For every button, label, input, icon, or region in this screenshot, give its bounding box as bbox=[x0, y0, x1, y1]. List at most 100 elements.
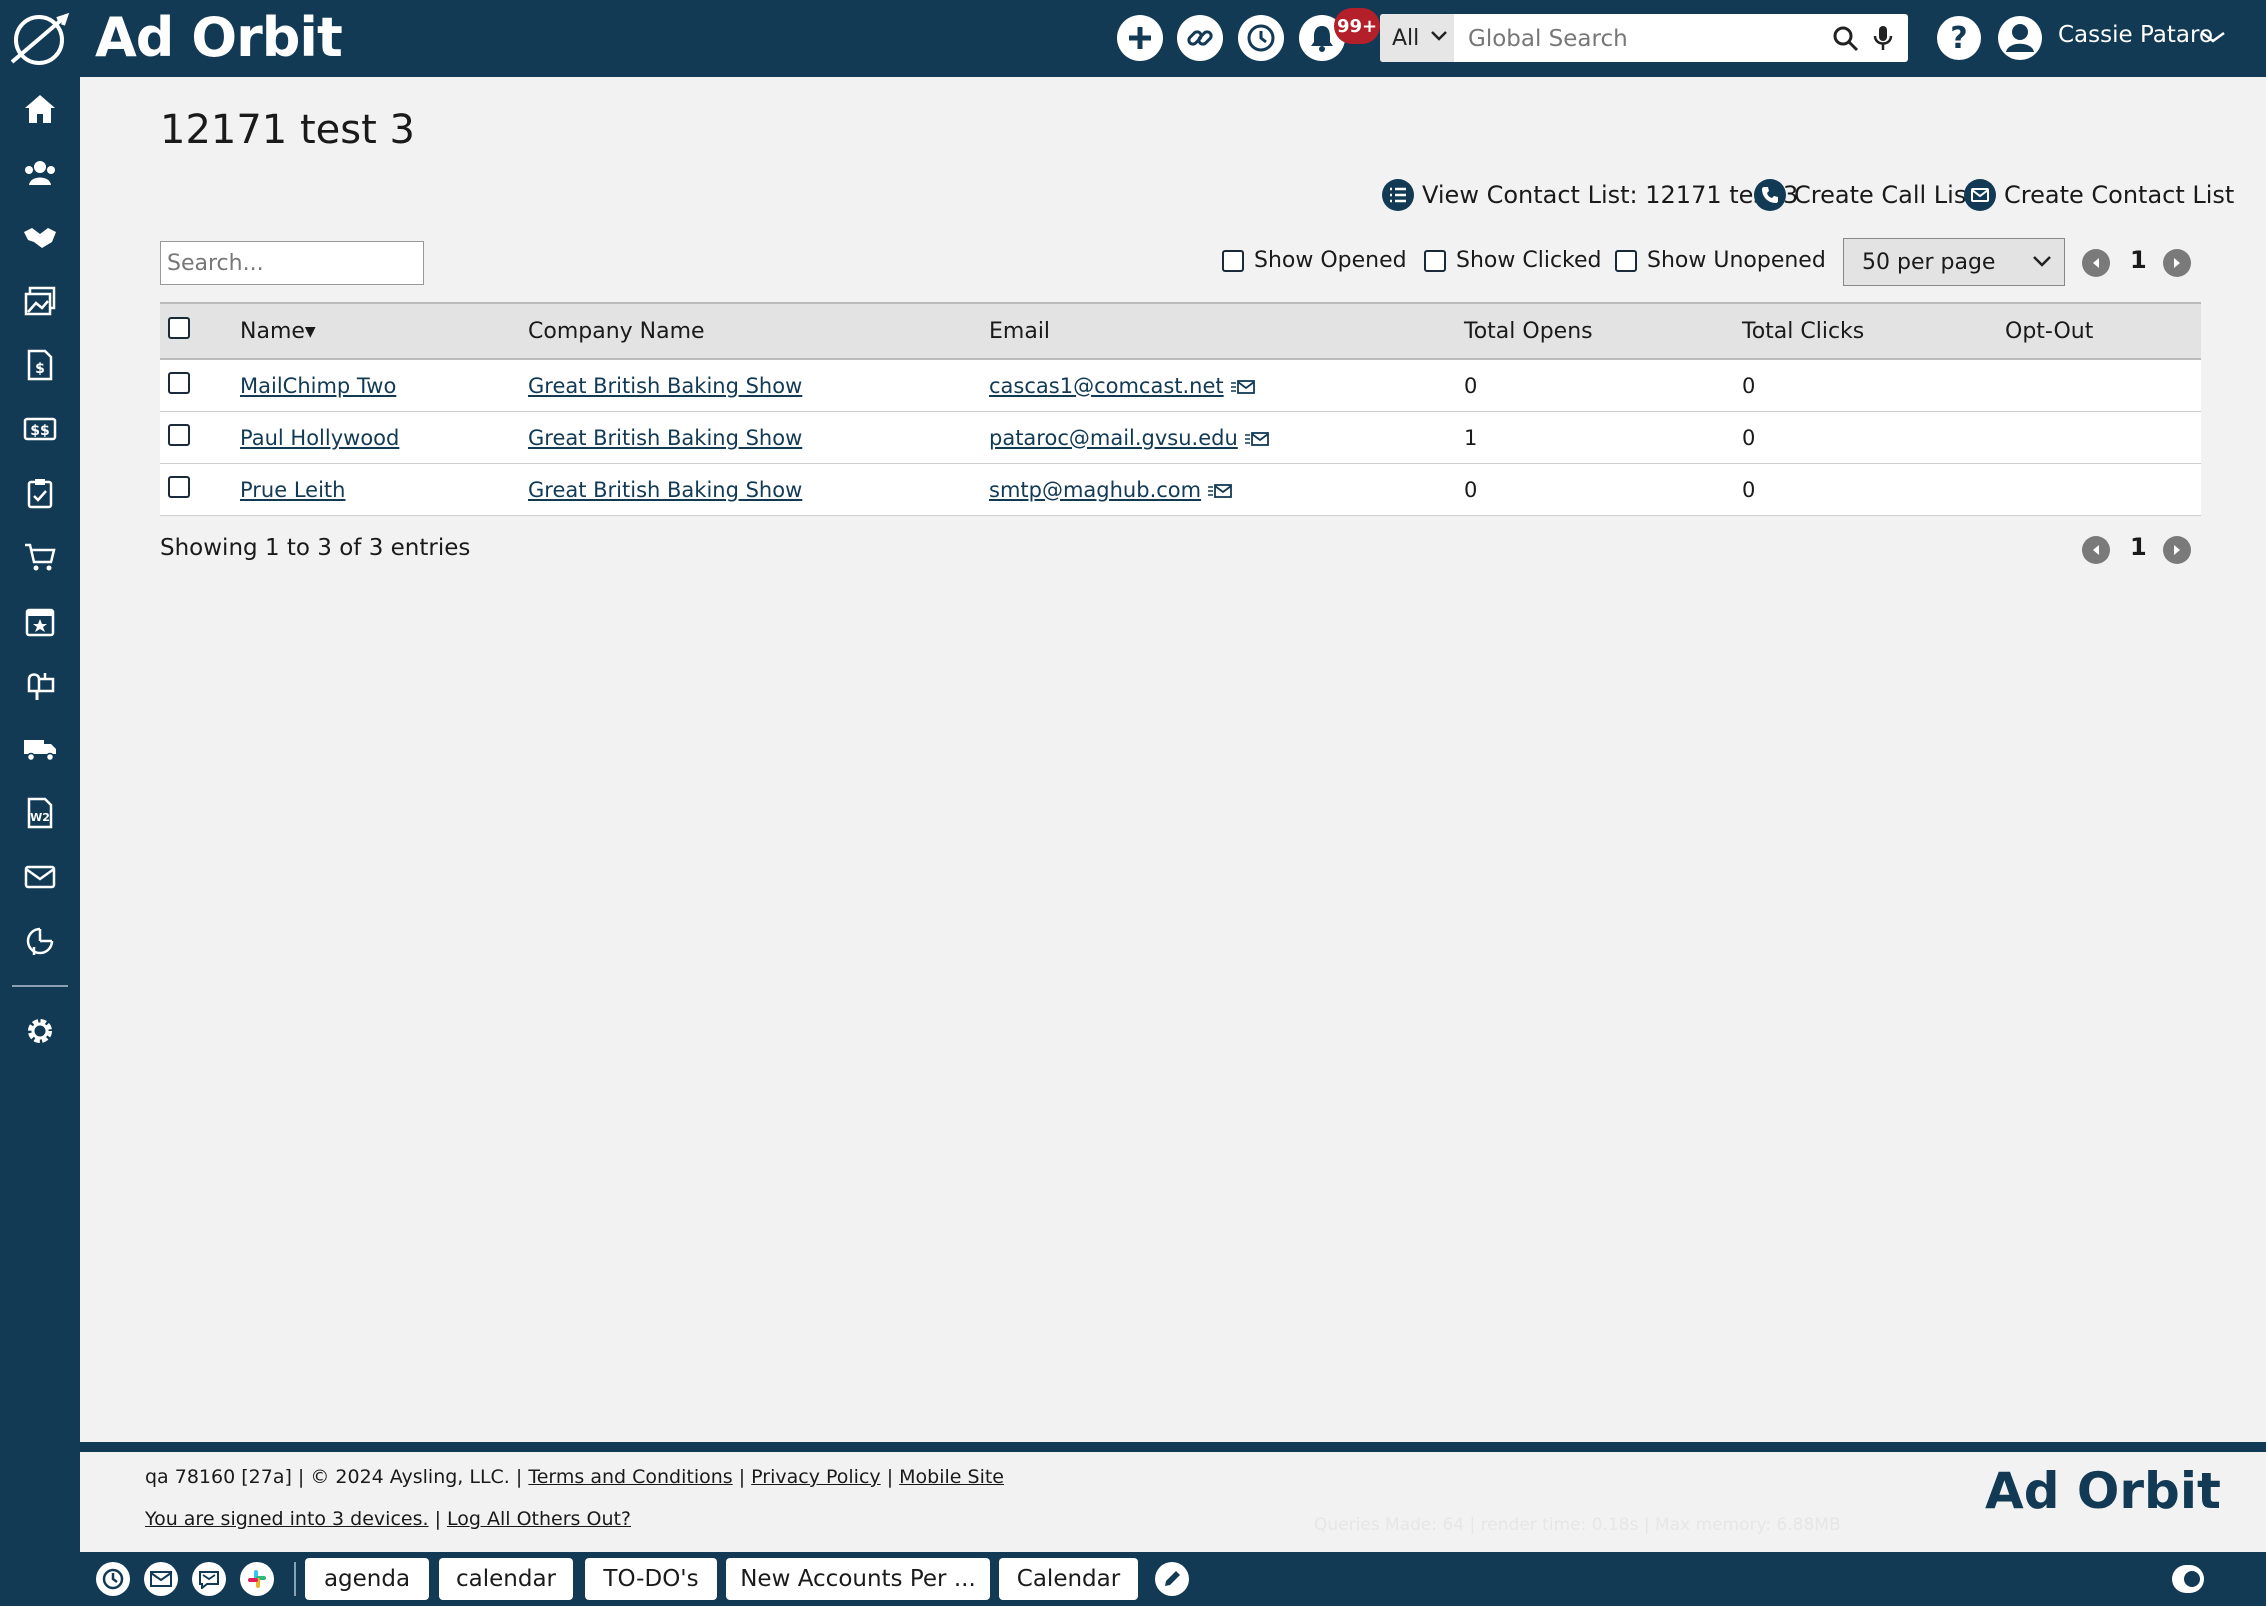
select-all-checkbox[interactable] bbox=[168, 317, 190, 339]
quick-tab-calendar[interactable]: calendar bbox=[439, 1558, 573, 1600]
contact-name-link[interactable]: Paul Hollywood bbox=[240, 426, 399, 450]
svg-text:W2: W2 bbox=[30, 811, 50, 824]
next-page-icon[interactable] bbox=[2163, 249, 2191, 277]
column-header-opens[interactable]: Total Opens bbox=[1464, 302, 1742, 360]
create-call-list-link[interactable]: Create Call List bbox=[1754, 179, 1976, 211]
search-scope-select[interactable]: All bbox=[1380, 14, 1454, 62]
table-search-input[interactable] bbox=[160, 241, 424, 285]
view-contact-list-link[interactable]: View Contact List: 12171 test 3 bbox=[1382, 179, 1798, 211]
show-opened-checkbox[interactable] bbox=[1222, 249, 1244, 272]
invoice-icon[interactable]: $ bbox=[18, 343, 62, 387]
prev-page-icon[interactable] bbox=[2082, 536, 2110, 564]
mailbox-icon[interactable] bbox=[18, 663, 62, 707]
email-link[interactable]: cascas1@comcast.net bbox=[989, 374, 1224, 398]
global-search-input[interactable] bbox=[1466, 14, 1810, 62]
email-icon[interactable] bbox=[18, 855, 62, 899]
view-contact-list-label: View Contact List: 12171 test 3 bbox=[1422, 181, 1799, 209]
main-content: 12171 test 3 View Contact List: 12171 te… bbox=[80, 77, 2266, 1442]
quick-tab-todos[interactable]: TO-DO's bbox=[585, 1558, 717, 1600]
settings-gear-icon[interactable] bbox=[18, 1009, 62, 1053]
tasks-clipboard-icon[interactable] bbox=[18, 471, 62, 515]
log-out-others-link[interactable]: Log All Others Out? bbox=[447, 1508, 631, 1530]
email-link[interactable]: smtp@maghub.com bbox=[989, 478, 1201, 502]
current-page-bottom[interactable]: 1 bbox=[2130, 533, 2147, 561]
w2-document-icon[interactable]: W2 bbox=[18, 791, 62, 835]
contact-name-link[interactable]: MailChimp Two bbox=[240, 374, 396, 398]
signed-in-devices-link[interactable]: You are signed into 3 devices. bbox=[145, 1508, 429, 1530]
table-row: MailChimp Two Great British Baking Show … bbox=[160, 359, 2201, 412]
clicks-cell: 0 bbox=[1742, 411, 2005, 464]
orbit-logo-icon[interactable] bbox=[8, 10, 70, 68]
delivery-truck-icon[interactable] bbox=[18, 727, 62, 771]
search-icon[interactable] bbox=[1832, 25, 1860, 53]
message-icon[interactable] bbox=[192, 1562, 226, 1596]
quick-tab-new-accounts[interactable]: New Accounts Per ... bbox=[726, 1558, 990, 1600]
mail-icon[interactable] bbox=[144, 1562, 178, 1596]
show-clicked-checkbox[interactable] bbox=[1424, 249, 1446, 272]
home-icon[interactable] bbox=[18, 87, 62, 131]
contact-name-link[interactable]: Prue Leith bbox=[240, 478, 345, 502]
row-checkbox[interactable] bbox=[168, 476, 190, 498]
prev-page-icon[interactable] bbox=[2082, 249, 2110, 277]
cart-icon[interactable] bbox=[18, 535, 62, 579]
email-compose-icon[interactable] bbox=[1230, 379, 1256, 395]
user-avatar-icon[interactable] bbox=[1997, 15, 2043, 61]
show-clicked-filter[interactable]: Show Clicked bbox=[1424, 248, 1602, 273]
column-header-clicks[interactable]: Total Clicks bbox=[1742, 302, 2005, 360]
column-optout-label: Opt-Out bbox=[2005, 318, 2094, 344]
show-clicked-label: Show Clicked bbox=[1456, 248, 1602, 273]
show-unopened-filter[interactable]: Show Unopened bbox=[1615, 248, 1826, 273]
history-icon[interactable] bbox=[1238, 15, 1284, 61]
current-page-top[interactable]: 1 bbox=[2130, 246, 2147, 274]
quick-tab-calendar-2[interactable]: Calendar bbox=[999, 1558, 1138, 1600]
next-page-icon[interactable] bbox=[2163, 536, 2191, 564]
contacts-icon[interactable] bbox=[18, 151, 62, 195]
edit-pencil-icon[interactable] bbox=[1155, 1562, 1189, 1596]
chevron-down-icon bbox=[2033, 256, 2051, 267]
quick-tab-agenda[interactable]: agenda bbox=[305, 1558, 429, 1600]
show-unopened-checkbox[interactable] bbox=[1615, 249, 1637, 272]
slack-icon[interactable] bbox=[240, 1562, 274, 1596]
company-name-link[interactable]: Great British Baking Show bbox=[528, 374, 802, 398]
link-icon[interactable] bbox=[1177, 15, 1223, 61]
row-checkbox[interactable] bbox=[168, 372, 190, 394]
user-name[interactable]: Cassie Pataro bbox=[2058, 22, 2213, 48]
payments-icon[interactable]: $$ bbox=[18, 407, 62, 451]
email-compose-icon[interactable] bbox=[1207, 483, 1233, 499]
toggle-icon[interactable] bbox=[2172, 1565, 2204, 1593]
terms-link[interactable]: Terms and Conditions bbox=[528, 1466, 732, 1488]
media-gallery-icon[interactable] bbox=[18, 279, 62, 323]
opens-cell: 0 bbox=[1464, 463, 1742, 516]
column-header-optout[interactable]: Opt-Out bbox=[2005, 302, 2201, 360]
privacy-link[interactable]: Privacy Policy bbox=[751, 1466, 880, 1488]
email-link[interactable]: pataroc@mail.gvsu.edu bbox=[989, 426, 1238, 450]
analytics-icon[interactable] bbox=[18, 919, 62, 963]
clock-icon[interactable] bbox=[96, 1562, 130, 1596]
column-header-company[interactable]: Company Name bbox=[528, 302, 989, 360]
column-header-email[interactable]: Email bbox=[989, 302, 1464, 360]
microphone-icon[interactable] bbox=[1872, 24, 1894, 52]
company-cell: Great British Baking Show bbox=[528, 411, 989, 464]
help-icon[interactable]: ? bbox=[1936, 15, 1982, 61]
show-opened-filter[interactable]: Show Opened bbox=[1222, 248, 1407, 273]
table-header-row: Name▼ Company Name Email Total Opens Tot… bbox=[160, 302, 2201, 360]
deals-handshake-icon[interactable] bbox=[18, 215, 62, 259]
chevron-down-icon[interactable] bbox=[2200, 30, 2226, 44]
svg-text:$$: $$ bbox=[30, 423, 49, 439]
events-calendar-icon[interactable] bbox=[18, 599, 62, 643]
app-logo[interactable]: Ad Orbit bbox=[95, 6, 343, 69]
row-select-cell bbox=[160, 463, 240, 516]
add-icon[interactable] bbox=[1117, 15, 1163, 61]
mobile-site-link[interactable]: Mobile Site bbox=[899, 1466, 1004, 1488]
row-checkbox[interactable] bbox=[168, 424, 190, 446]
company-name-link[interactable]: Great British Baking Show bbox=[528, 426, 802, 450]
list-icon bbox=[1382, 179, 1414, 211]
company-name-link[interactable]: Great British Baking Show bbox=[528, 478, 802, 502]
email-compose-icon[interactable] bbox=[1244, 431, 1270, 447]
name-cell: Prue Leith bbox=[240, 463, 528, 516]
show-unopened-label: Show Unopened bbox=[1647, 248, 1826, 273]
column-header-name[interactable]: Name▼ bbox=[240, 302, 528, 360]
row-select-cell bbox=[160, 359, 240, 412]
per-page-select[interactable]: 50 per page bbox=[1843, 238, 2065, 286]
create-contact-list-link[interactable]: Create Contact List bbox=[1964, 179, 2234, 211]
